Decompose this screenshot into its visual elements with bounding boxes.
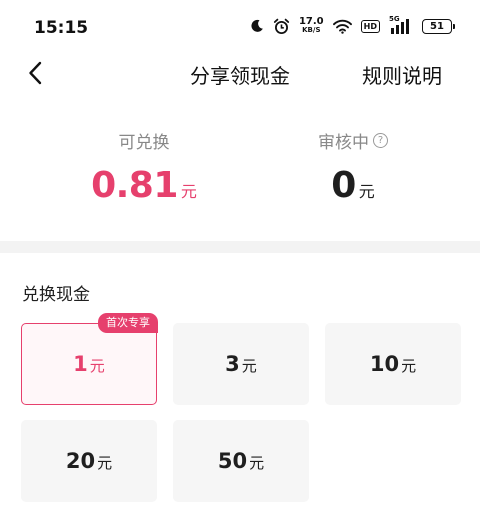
- status-time: 15:15: [34, 18, 89, 38]
- option-1-yuan[interactable]: 首次专享 1 元: [21, 313, 158, 405]
- option-amount: 50 元: [218, 449, 264, 473]
- rules-button[interactable]: 规则说明: [362, 60, 442, 89]
- hd-icon: HD: [360, 19, 380, 33]
- question-circle-icon[interactable]: ?: [373, 133, 388, 148]
- option-10-yuan[interactable]: 10 元: [325, 323, 461, 405]
- option-unit: 元: [89, 357, 105, 375]
- available-amount: 0.81: [91, 165, 178, 206]
- option-50-yuan[interactable]: 50 元: [173, 420, 309, 502]
- option-value: 3: [225, 352, 240, 376]
- option-unit: 元: [97, 454, 113, 472]
- first-exclusive-badge: 首次专享: [98, 313, 158, 333]
- option-value: 50: [217, 449, 248, 473]
- nav-bar: 分享领现金 规则说明: [0, 58, 480, 88]
- option-3-yuan[interactable]: 3 元: [173, 323, 309, 405]
- option-unit: 元: [241, 357, 257, 375]
- alarm-icon: [273, 18, 290, 35]
- option-unit: 元: [401, 357, 417, 375]
- pending-label: 审核中: [318, 133, 369, 153]
- exchange-title: 兑换现金: [22, 285, 90, 305]
- signal-label: 5G: [389, 15, 400, 23]
- option-value: 10: [369, 352, 400, 376]
- net-speed-unit: KB/S: [302, 26, 321, 34]
- available-label: 可兑换: [118, 133, 170, 153]
- status-bar: 15:15 17.0 KB/S HD 5G 51: [0, 0, 480, 58]
- available-value: 0.81 元: [44, 165, 244, 206]
- option-value: 1: [73, 352, 88, 376]
- pending-balance: 审核中 ? 0 元: [253, 128, 453, 206]
- pending-unit: 元: [358, 182, 375, 201]
- available-unit: 元: [180, 182, 197, 201]
- pending-label-row: 审核中 ?: [318, 128, 388, 153]
- pending-value: 0 元: [253, 165, 453, 206]
- option-amount: 3 元: [225, 352, 257, 376]
- battery-icon: 51: [422, 18, 455, 34]
- net-speed-value: 17.0: [298, 16, 324, 27]
- wifi-icon: [332, 19, 352, 34]
- available-balance: 可兑换 0.81 元: [44, 128, 244, 206]
- signal-icon: 5G: [389, 15, 413, 34]
- option-amount: 1 元: [73, 352, 105, 376]
- status-icons: 17.0 KB/S HD 5G 51: [250, 15, 455, 35]
- section-divider: [0, 241, 480, 253]
- option-unit: 元: [249, 454, 265, 472]
- option-amount: 10 元: [370, 352, 416, 376]
- balance-summary: 可兑换 0.81 元 审核中 ? 0 元: [0, 128, 480, 218]
- option-amount: 20 元: [66, 449, 112, 473]
- moon-icon: [250, 19, 264, 33]
- option-20-yuan[interactable]: 20 元: [21, 420, 157, 502]
- pending-amount: 0: [331, 165, 356, 206]
- net-speed: 17.0 KB/S: [299, 17, 324, 35]
- option-value: 20: [65, 449, 96, 473]
